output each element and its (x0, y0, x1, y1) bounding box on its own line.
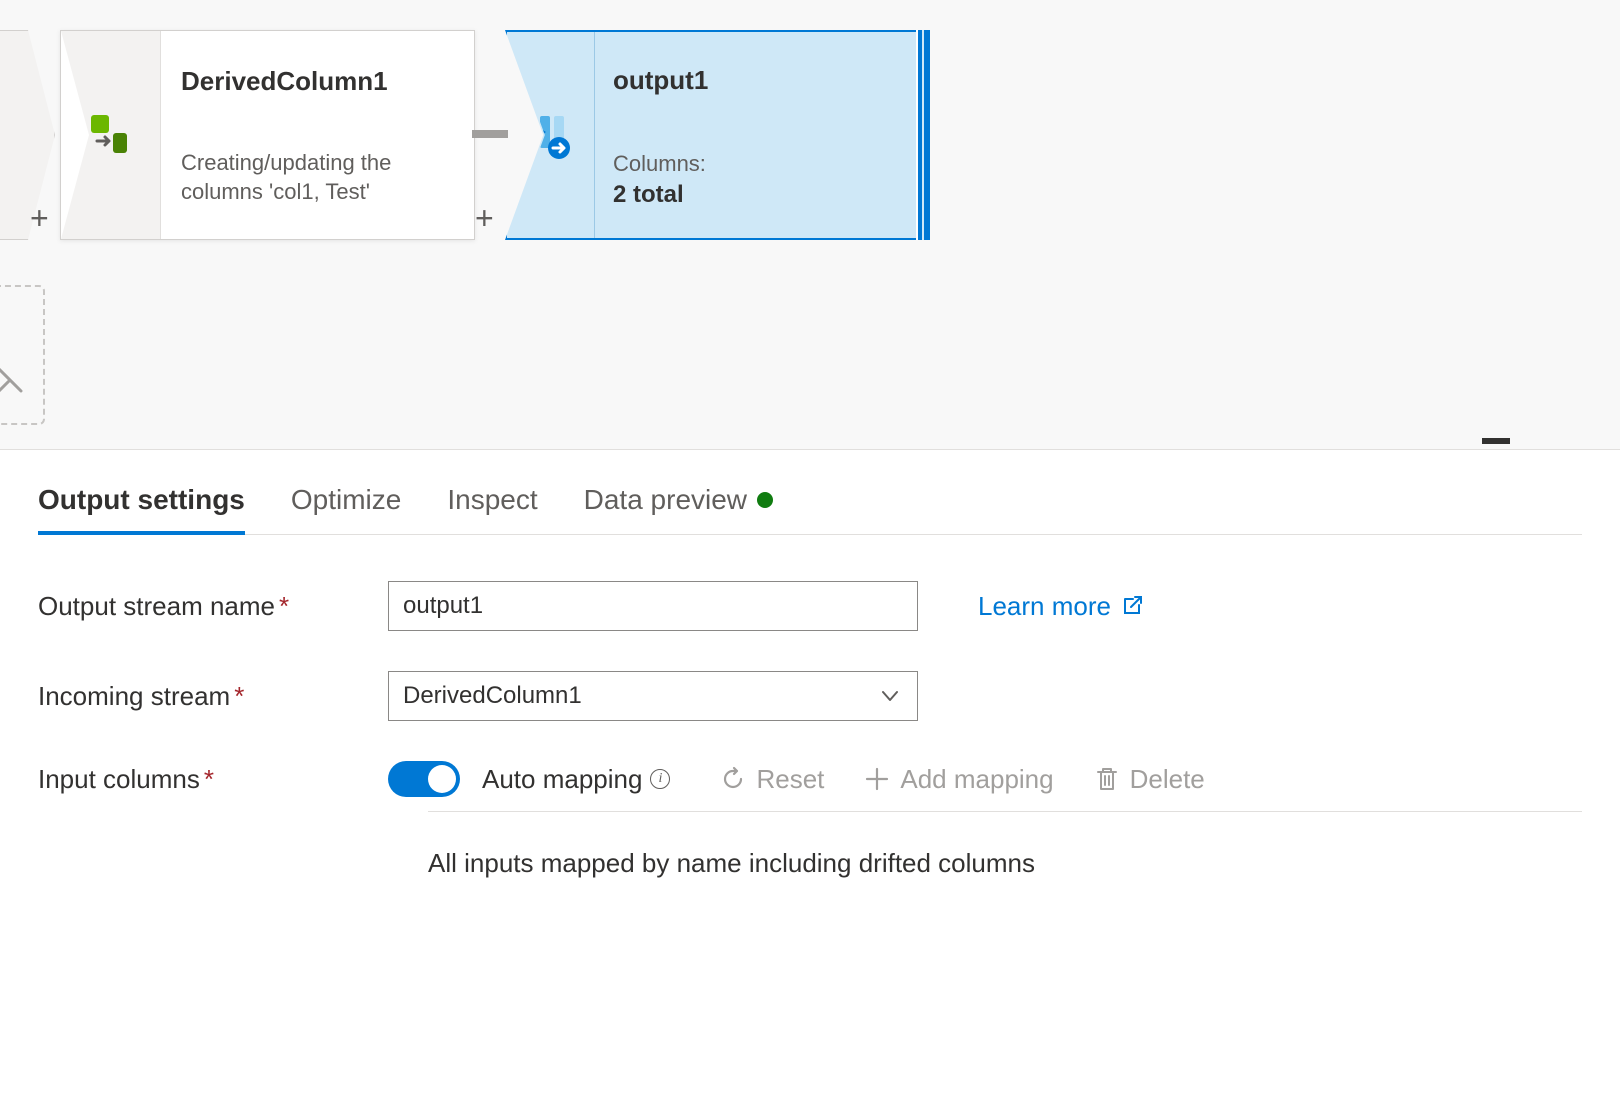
tab-label: Data preview (584, 484, 747, 516)
output-stream-name-label: Output stream name* (38, 591, 388, 622)
reset-button[interactable]: Reset (720, 764, 824, 795)
connector (472, 130, 508, 138)
tab-optimize[interactable]: Optimize (291, 478, 401, 534)
dataflow-canvas[interactable]: + DerivedColumn1 Creating/updating the c… (0, 0, 1620, 450)
node-title: output1 (613, 65, 900, 96)
external-link-icon (1121, 595, 1143, 617)
node-output1[interactable]: output1 Columns: 2 total (505, 30, 930, 240)
node-title: DerivedColumn1 (181, 66, 444, 97)
collapse-chevron-icon (0, 365, 25, 395)
incoming-stream-label: Incoming stream* (38, 681, 388, 712)
add-mapping-button[interactable]: Add mapping (864, 764, 1053, 795)
ghost-node-placeholder (0, 285, 45, 425)
status-dot-icon (757, 492, 773, 508)
learn-more-link[interactable]: Learn more (978, 591, 1143, 622)
auto-mapping-label: Auto mapping i (482, 764, 670, 795)
node-icon-gutter (507, 32, 595, 238)
info-icon[interactable]: i (650, 769, 670, 789)
delete-button[interactable]: Delete (1094, 764, 1205, 795)
divider (428, 811, 1582, 812)
node-icon-gutter (61, 31, 161, 239)
reset-icon (720, 766, 746, 792)
node-columns-label: Columns: (613, 151, 900, 177)
output-settings-form: Output stream name* Learn more Incoming … (38, 581, 1582, 879)
node-columns-value: 2 total (613, 181, 900, 209)
plus-icon (864, 766, 890, 792)
mapping-note: All inputs mapped by name including drif… (428, 848, 1582, 879)
node-selection-handle[interactable] (916, 30, 930, 240)
node-description: Creating/updating the columns 'col1, Tes… (181, 149, 444, 206)
settings-panel: Output settings Optimize Inspect Data pr… (0, 450, 1620, 879)
auto-mapping-toggle[interactable] (388, 761, 460, 797)
add-branch-button-left[interactable]: + (30, 200, 49, 237)
node-derivedcolumn1[interactable]: DerivedColumn1 Creating/updating the col… (60, 30, 475, 240)
trash-icon (1094, 766, 1120, 792)
tab-data-preview[interactable]: Data preview (584, 478, 773, 534)
output-stream-name-input[interactable] (388, 581, 918, 631)
incoming-stream-select[interactable] (388, 671, 918, 721)
tab-inspect[interactable]: Inspect (447, 478, 537, 534)
tab-bar: Output settings Optimize Inspect Data pr… (38, 478, 1582, 535)
add-branch-button-mid[interactable]: + (475, 200, 494, 237)
mapping-toolbar: Reset Add mapping Delete (720, 764, 1204, 795)
tab-output-settings[interactable]: Output settings (38, 478, 245, 534)
input-columns-label: Input columns* (38, 764, 388, 795)
derived-column-icon (87, 111, 135, 159)
panel-resize-handle[interactable] (1482, 438, 1510, 444)
sink-output-icon (526, 110, 576, 160)
